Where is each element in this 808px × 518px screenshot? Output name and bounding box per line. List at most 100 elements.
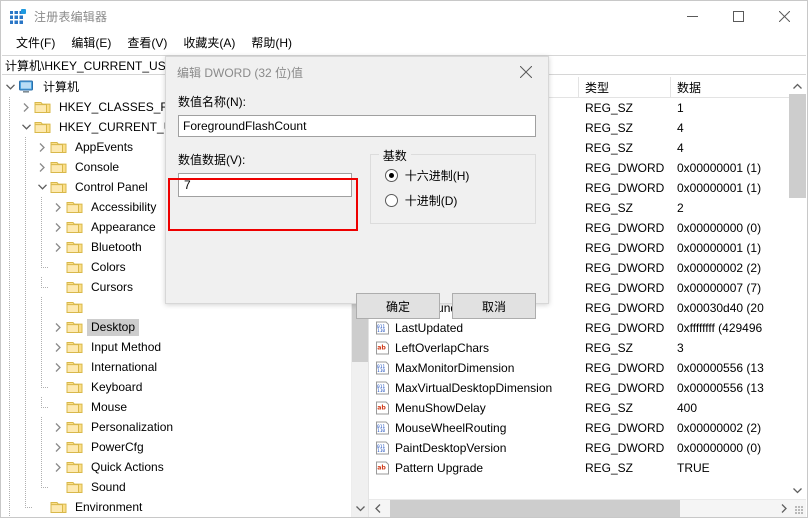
chevron-left-icon[interactable] xyxy=(369,500,386,517)
list-column-header-data[interactable]: 数据 xyxy=(671,77,806,98)
tree-guide xyxy=(34,277,50,297)
list-horizontal-scrollbar[interactable] xyxy=(369,499,806,517)
menu-item-0[interactable]: 文件(F) xyxy=(8,32,63,54)
chevron-down-icon[interactable] xyxy=(789,482,806,499)
tree-item-keyboard[interactable]: Keyboard xyxy=(2,377,352,397)
tree-guide xyxy=(2,437,18,457)
list-column-header-type[interactable]: 类型 xyxy=(579,77,671,98)
value-type-cell: REG_SZ xyxy=(585,401,634,415)
value-name-cell: ab MenuShowDelay xyxy=(369,401,579,415)
chevron-down-icon[interactable] xyxy=(18,119,34,135)
chevron-right-icon[interactable] xyxy=(775,500,792,517)
list-vertical-scrollbar-thumb[interactable] xyxy=(789,94,806,198)
ok-button[interactable]: 确定 xyxy=(356,293,440,319)
table-row[interactable]: 011 110 MaxMonitorDimension REG_DWORD 0x0000… xyxy=(369,358,806,378)
chevron-right-icon[interactable] xyxy=(50,319,66,335)
chevron-right-icon[interactable] xyxy=(50,239,66,255)
tree-item-quick-actions[interactable]: Quick Actions xyxy=(2,457,352,477)
string-value-icon: ab xyxy=(375,461,390,475)
cancel-button[interactable]: 取消 xyxy=(452,293,536,319)
table-row[interactable]: ab Pattern Upgrade REG_SZ TRUE xyxy=(369,458,806,478)
tree-guide xyxy=(18,297,34,317)
value-data-label: 数值数据(V): xyxy=(178,153,246,167)
minimize-icon[interactable] xyxy=(669,1,715,32)
chevron-right-icon[interactable] xyxy=(50,359,66,375)
chevron-down-icon[interactable] xyxy=(352,500,368,517)
chevron-up-icon[interactable] xyxy=(789,77,806,94)
tree-guide xyxy=(34,337,50,357)
tree-guide xyxy=(2,477,18,497)
svg-text:ab: ab xyxy=(377,344,386,351)
folder-icon xyxy=(66,280,83,294)
tree-guide xyxy=(2,317,18,337)
folder-icon xyxy=(66,300,83,314)
table-row[interactable]: ab MenuShowDelay REG_SZ 400 xyxy=(369,398,806,418)
tree-item-personalization[interactable]: Personalization xyxy=(2,417,352,437)
tree-guide xyxy=(18,137,34,157)
value-name-input[interactable]: ForegroundFlashCount xyxy=(178,115,536,137)
menubar: 文件(F) 编辑(E) 查看(V) 收藏夹(A) 帮助(H) xyxy=(1,32,807,54)
value-type-cell: REG_DWORD xyxy=(585,161,665,175)
tree-guide xyxy=(2,417,18,437)
radio-decimal-label: 十进制(D) xyxy=(404,194,458,208)
list-horizontal-scrollbar-thumb[interactable] xyxy=(390,500,680,517)
tree-guide xyxy=(2,177,18,197)
tree-item-environment[interactable]: Environment xyxy=(2,497,352,517)
chevron-right-icon[interactable] xyxy=(50,419,66,435)
menu-item-4[interactable]: 帮助(H) xyxy=(243,32,300,54)
menu-item-3[interactable]: 收藏夹(A) xyxy=(175,32,243,54)
chevron-down-icon[interactable] xyxy=(2,79,18,95)
menu-item-1[interactable]: 编辑(E) xyxy=(63,32,119,54)
tree-item-desktop[interactable]: Desktop xyxy=(2,317,352,337)
list-hscroll-track[interactable] xyxy=(386,500,775,517)
tree-item-label: Sound xyxy=(91,479,126,494)
radio-hexadecimal[interactable]: 十六进制(H) xyxy=(371,163,535,188)
chevron-right-icon[interactable] xyxy=(50,199,66,215)
radio-hexadecimal-label: 十六进制(H) xyxy=(404,169,470,183)
value-data-cell: 0x00000002 (2) xyxy=(677,421,762,435)
maximize-icon[interactable] xyxy=(715,1,761,32)
chevron-down-icon[interactable] xyxy=(34,179,50,195)
folder-icon xyxy=(66,340,83,354)
value-type-cell: REG_DWORD xyxy=(585,441,665,455)
tree-guide xyxy=(34,317,50,337)
value-type-cell: REG_SZ xyxy=(585,461,634,475)
tree-guide xyxy=(2,377,18,397)
tree-item-international[interactable]: International xyxy=(2,357,352,377)
table-row[interactable]: 011 110 PaintDesktopVersion REG_DWORD 0x0000… xyxy=(369,438,806,458)
chevron-right-icon[interactable] xyxy=(50,439,66,455)
chevron-right-icon[interactable] xyxy=(34,159,50,175)
chevron-right-icon[interactable] xyxy=(34,139,50,155)
value-type-cell: REG_DWORD xyxy=(585,241,665,255)
tree-item-input-method[interactable]: Input Method xyxy=(2,337,352,357)
tree-guide xyxy=(18,337,34,357)
tree-item-powercfg[interactable]: PowerCfg xyxy=(2,437,352,457)
close-icon[interactable] xyxy=(504,57,548,87)
window-title: 注册表编辑器 xyxy=(34,10,108,24)
svg-text:110: 110 xyxy=(377,428,385,434)
radio-decimal[interactable]: 十进制(D) xyxy=(371,188,535,213)
svg-text:110: 110 xyxy=(377,388,385,394)
close-icon[interactable] xyxy=(761,1,807,32)
tree-item-label: AppEvents xyxy=(75,139,134,154)
svg-text:110: 110 xyxy=(377,448,385,454)
tree-item-label: Accessibility xyxy=(91,199,157,214)
tree-item-label: Mouse xyxy=(91,399,128,414)
table-row[interactable]: 011 110 MouseWheelRouting REG_DWORD 0x000000… xyxy=(369,418,806,438)
value-data-input[interactable]: 7 xyxy=(178,173,352,197)
table-row[interactable]: ab LeftOverlapChars REG_SZ 3 xyxy=(369,338,806,358)
table-row[interactable]: 011 110 MaxVirtualDesktopDimension REG_DWOR… xyxy=(369,378,806,398)
chevron-right-icon[interactable] xyxy=(18,99,34,115)
chevron-right-icon[interactable] xyxy=(50,339,66,355)
chevron-right-icon[interactable] xyxy=(50,219,66,235)
value-type-cell: REG_DWORD xyxy=(585,181,665,195)
list-vertical-scrollbar[interactable] xyxy=(789,77,806,499)
tree-item-mouse[interactable]: Mouse xyxy=(2,397,352,417)
menu-item-2[interactable]: 查看(V) xyxy=(119,32,175,54)
chevron-right-icon[interactable] xyxy=(50,459,66,475)
tree-guide xyxy=(18,397,34,417)
value-name-text: LeftOverlapChars xyxy=(395,341,490,355)
table-row[interactable]: 011 110 LastUpdated REG_DWORD 0xffffffff (42… xyxy=(369,318,806,338)
tree-item-sound[interactable]: Sound xyxy=(2,477,352,497)
resize-grip[interactable] xyxy=(792,500,806,517)
